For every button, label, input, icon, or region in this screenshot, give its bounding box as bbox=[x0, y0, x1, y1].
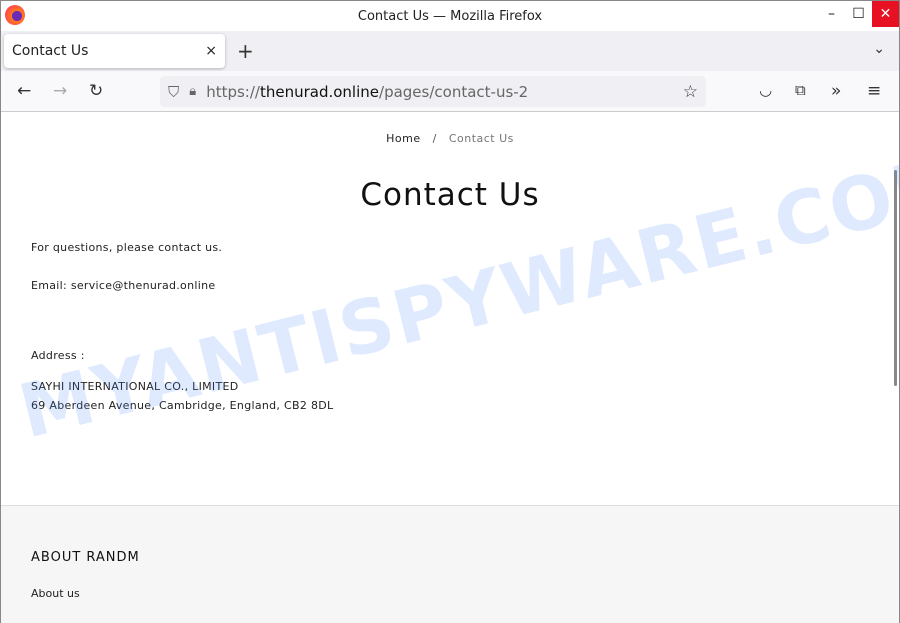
footer-heading: ABOUT RANDM bbox=[31, 550, 140, 565]
scrollbar[interactable] bbox=[894, 170, 897, 386]
more-tools-icon[interactable]: » bbox=[831, 81, 841, 101]
address-label: Address : bbox=[31, 349, 85, 362]
lock-icon[interactable]: 🔒︎ bbox=[189, 84, 196, 99]
breadcrumb: Home / Contact Us bbox=[1, 132, 899, 145]
maximize-button[interactable]: ☐ bbox=[845, 1, 872, 27]
page-content: Home / Contact Us Contact Us For questio… bbox=[1, 112, 899, 623]
minimize-button[interactable]: – bbox=[818, 1, 845, 27]
forward-icon[interactable]: → bbox=[53, 81, 67, 101]
url-text[interactable]: https://thenurad.online/pages/contact-us… bbox=[206, 83, 528, 101]
url-path: /pages/contact-us-2 bbox=[379, 82, 529, 101]
firefox-logo-icon bbox=[5, 5, 25, 25]
breadcrumb-separator: / bbox=[432, 132, 437, 145]
window-title: Contact Us — Mozilla Firefox bbox=[357, 8, 543, 24]
page-title: Contact Us bbox=[360, 177, 540, 213]
breadcrumb-current: Contact Us bbox=[448, 132, 514, 145]
url-scheme: https:// bbox=[206, 82, 260, 101]
bookmark-star-icon[interactable]: ☆ bbox=[683, 82, 698, 102]
back-icon[interactable]: ← bbox=[17, 81, 31, 101]
tab-close-icon[interactable]: × bbox=[205, 43, 217, 59]
about-us-link[interactable]: About us bbox=[31, 587, 869, 600]
list-tabs-chevron-icon[interactable]: ⌄ bbox=[873, 41, 885, 57]
extensions-icon[interactable]: ⧉ bbox=[795, 81, 806, 99]
reload-icon[interactable]: ↻ bbox=[89, 81, 103, 101]
company-name: SAYHI INTERNATIONAL CO., LIMITED bbox=[31, 380, 239, 393]
address-text: 69 Aberdeen Avenue, Cambridge, England, … bbox=[31, 399, 334, 412]
email-text: Email: service@thenurad.online bbox=[31, 279, 216, 292]
contact-body: For questions, please contact us. Email:… bbox=[1, 241, 899, 412]
tab-label: Contact Us bbox=[12, 43, 89, 59]
tab-bar: Contact Us × + ⌄ bbox=[1, 31, 899, 71]
breadcrumb-home[interactable]: Home bbox=[386, 132, 420, 145]
intro-text: For questions, please contact us. bbox=[31, 241, 223, 254]
close-window-button[interactable]: ✕ bbox=[872, 1, 899, 27]
url-domain: thenurad.online bbox=[259, 82, 380, 101]
url-bar[interactable]: ⛉ 🔒︎ https://thenurad.online/pages/conta… bbox=[160, 76, 706, 107]
shield-icon[interactable]: ⛉ bbox=[168, 83, 179, 101]
menu-icon[interactable]: ≡ bbox=[867, 81, 881, 101]
title-bar: Contact Us — Mozilla Firefox – ☐ ✕ bbox=[1, 1, 899, 31]
pocket-icon[interactable]: ◡ bbox=[759, 81, 772, 99]
footer: ABOUT RANDM About us bbox=[1, 505, 899, 623]
nav-bar: ← → ↻ ⛉ 🔒︎ https://thenurad.online/pages… bbox=[1, 71, 899, 112]
new-tab-button[interactable]: + bbox=[237, 39, 254, 63]
tab-contact-us[interactable]: Contact Us × bbox=[4, 34, 225, 68]
